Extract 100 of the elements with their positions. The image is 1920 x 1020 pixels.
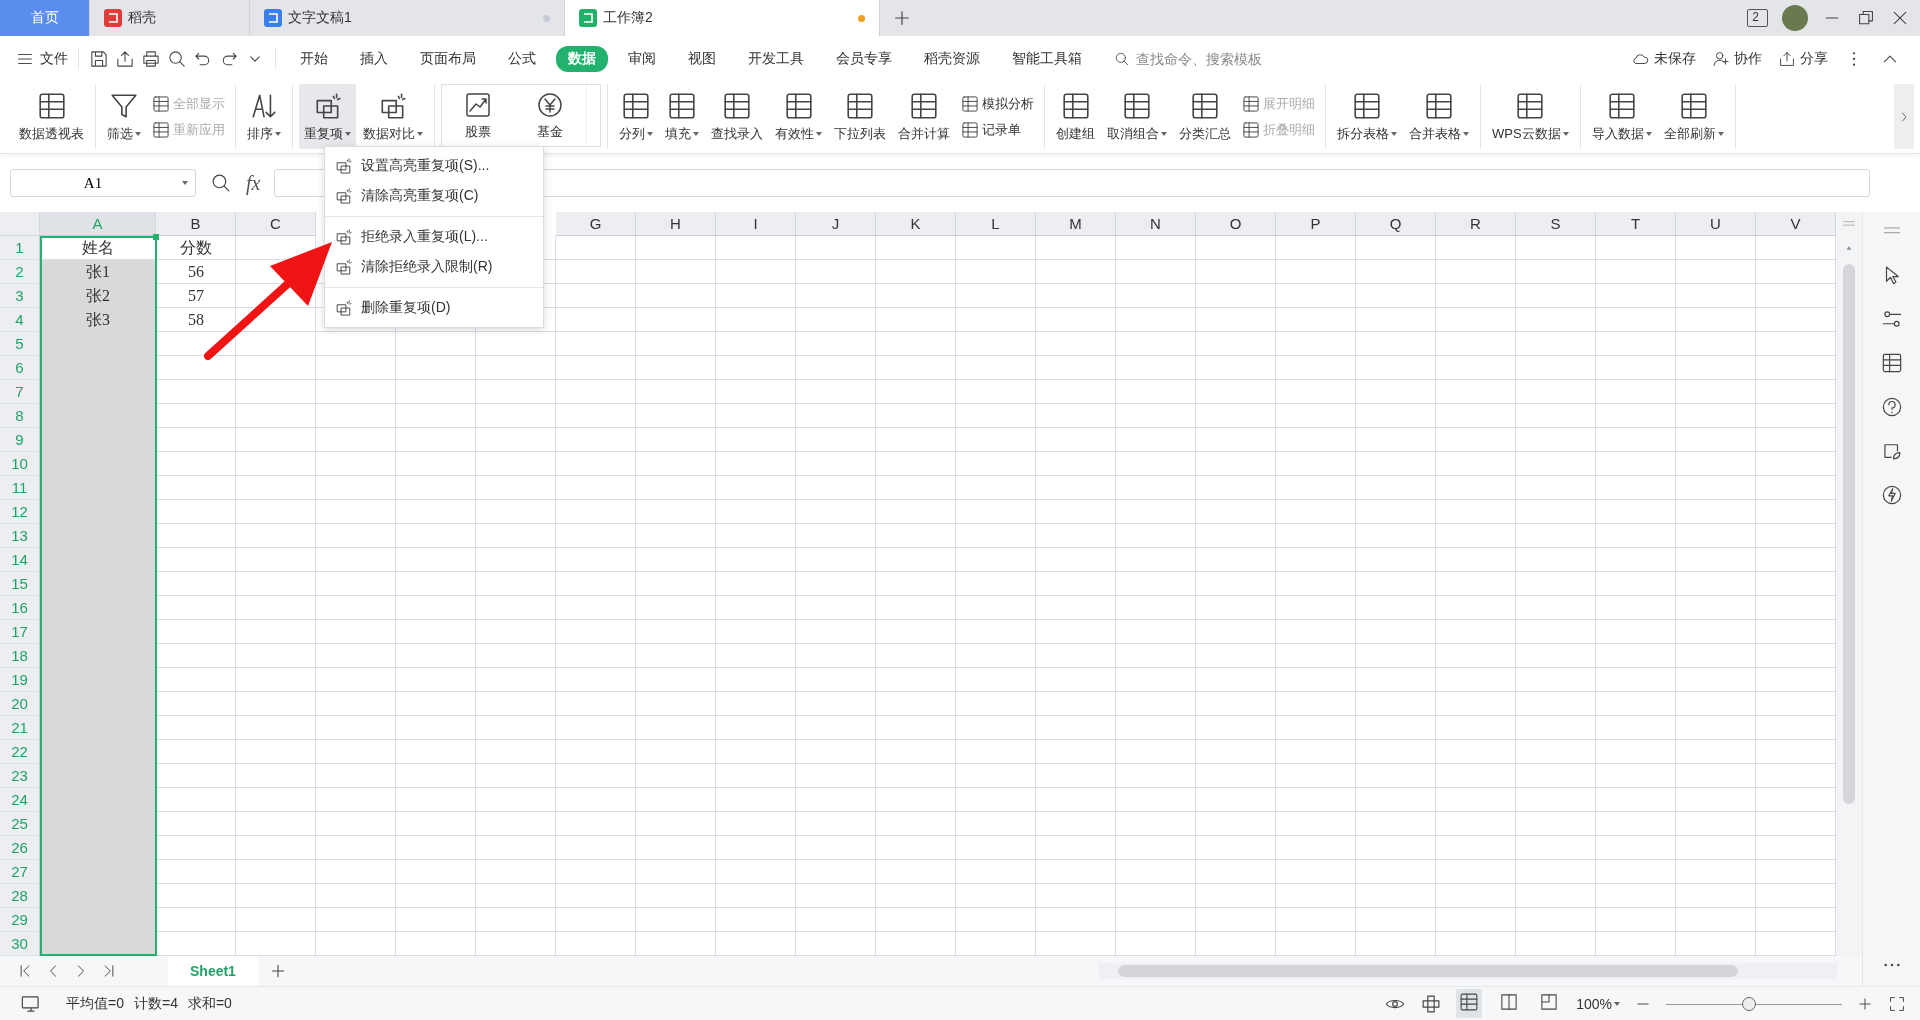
menu-item[interactable]: 设置高亮重复项(S)... xyxy=(325,151,543,181)
export-icon[interactable] xyxy=(115,49,135,69)
ribbon-tab[interactable]: 页面布局 xyxy=(408,46,488,72)
search-field[interactable]: 查找命令、搜索模板 xyxy=(1134,50,1304,68)
column-header[interactable]: M xyxy=(1036,212,1116,236)
scrollbar-thumb[interactable] xyxy=(1843,264,1855,804)
ribbon-tab[interactable]: 视图 xyxy=(676,46,728,72)
table-icon xyxy=(1678,90,1709,121)
table-icon xyxy=(1242,120,1260,139)
zoom-icon[interactable] xyxy=(210,172,232,194)
fill-handle[interactable] xyxy=(153,234,159,240)
file-menu[interactable]: 文件 xyxy=(12,50,78,68)
table-icon xyxy=(152,120,170,139)
fullscreen-icon[interactable] xyxy=(1888,994,1906,1013)
column-header[interactable]: Q xyxy=(1356,212,1436,236)
avatar[interactable] xyxy=(1782,5,1808,31)
column-header[interactable]: L xyxy=(956,212,1036,236)
header-action[interactable]: 协作 xyxy=(1712,50,1762,68)
ribbon-button[interactable]: WPS云数据 xyxy=(1487,84,1574,149)
table-cell-text: 分数 xyxy=(179,237,213,258)
slider-thumb[interactable] xyxy=(1741,996,1756,1011)
preview-icon[interactable] xyxy=(167,49,187,69)
ribbon-button[interactable]: 模拟分析 xyxy=(961,94,1034,113)
ribbon-button[interactable]: 数据对比 xyxy=(358,84,428,149)
header-action[interactable]: 未保存 xyxy=(1632,50,1696,68)
print-icon[interactable] xyxy=(141,49,161,69)
ribbon-button[interactable]: 基金 xyxy=(514,85,586,146)
ribbon-tab[interactable]: 开始 xyxy=(288,46,340,72)
column-header[interactable]: T xyxy=(1596,212,1676,236)
ribbon-tab[interactable]: 公式 xyxy=(496,46,548,72)
column-header[interactable]: O xyxy=(1196,212,1276,236)
column-header[interactable]: J xyxy=(796,212,876,236)
ribbon-button[interactable]: 填充 xyxy=(660,84,704,149)
ribbon-button[interactable]: 导入数据 xyxy=(1586,84,1657,149)
table-icon xyxy=(1242,94,1260,113)
window-tab[interactable]: 工作簿2 xyxy=(565,0,880,36)
ribbon-button[interactable]: 排序 xyxy=(242,84,286,149)
sliders-icon[interactable] xyxy=(1880,308,1903,330)
ribbon-button[interactable]: 合并表格 xyxy=(1404,84,1474,149)
ribbon-button[interactable]: 创建组 xyxy=(1051,84,1100,149)
column-header[interactable]: I xyxy=(716,212,796,236)
ribbon-tab[interactable]: 插入 xyxy=(348,46,400,72)
ribbon-button[interactable]: 全部刷新 xyxy=(1658,84,1729,149)
column-header[interactable]: B xyxy=(156,212,236,236)
column-header[interactable]: U xyxy=(1676,212,1756,236)
view-button[interactable] xyxy=(1456,989,1483,1018)
table-cell-text: 57 xyxy=(187,286,205,306)
ribbon-button[interactable]: 拆分表格 xyxy=(1332,84,1402,149)
ribbon-tab[interactable]: 审阅 xyxy=(616,46,668,72)
ribbon-button[interactable]: 取消组合 xyxy=(1102,84,1172,149)
header-action[interactable]: 分享 xyxy=(1778,50,1828,68)
vertical-scrollbar[interactable] xyxy=(1836,212,1862,956)
lightning-icon[interactable] xyxy=(1880,484,1903,506)
table-icon xyxy=(1352,90,1382,121)
ribbon-button[interactable]: 记录单 xyxy=(961,120,1034,139)
menu-item[interactable]: 删除重复项(D) xyxy=(325,293,543,323)
column-header[interactable]: R xyxy=(1436,212,1516,236)
column-header[interactable]: H xyxy=(636,212,716,236)
column-header[interactable]: V xyxy=(1756,212,1836,236)
column-header[interactable]: S xyxy=(1516,212,1596,236)
menu-item[interactable]: 拒绝录入重复项(L)... xyxy=(325,222,543,252)
help-icon[interactable] xyxy=(1880,396,1903,418)
name-box[interactable]: A1 xyxy=(10,169,196,197)
ribbon-tab[interactable]: 会员专享 xyxy=(824,46,904,72)
menu-item[interactable]: 清除拒绝录入限制(R) xyxy=(325,252,543,282)
ribbon-button[interactable]: 分列 xyxy=(614,84,658,149)
table-icon xyxy=(961,94,979,113)
ribbon-button[interactable]: 下拉列表 xyxy=(829,84,891,149)
window-count[interactable]: 2 xyxy=(1747,9,1768,27)
ribbon-button[interactable]: 股票 xyxy=(442,85,514,146)
chart-icon xyxy=(464,90,492,119)
ribbon-tab[interactable]: 稻壳资源 xyxy=(912,46,992,72)
table-icon xyxy=(722,90,752,121)
column-header[interactable]: N xyxy=(1116,212,1196,236)
app-logo-icon xyxy=(579,9,597,27)
column-header[interactable]: G xyxy=(556,212,636,236)
ribbon-button[interactable]: 查找录入 xyxy=(706,84,768,149)
column-header[interactable]: P xyxy=(1276,212,1356,236)
ribbon-button[interactable]: 分类汇总 xyxy=(1174,84,1236,149)
scrollbar-thumb[interactable] xyxy=(1118,965,1738,977)
menu-item[interactable]: 清除高亮重复项(C) xyxy=(325,181,543,211)
app-logo-icon xyxy=(264,9,282,27)
column-header[interactable]: K xyxy=(876,212,956,236)
person-icon xyxy=(1712,50,1730,68)
ribbon-button[interactable]: 数据透视表 xyxy=(14,84,89,149)
ribbon-tab[interactable]: 开发工具 xyxy=(736,46,816,72)
horizontal-scrollbar[interactable] xyxy=(1098,963,1838,979)
table-icon[interactable] xyxy=(1880,352,1903,374)
table-icon xyxy=(1190,90,1220,121)
column-header[interactable]: C xyxy=(236,212,316,236)
ribbon-button[interactable]: 有效性 xyxy=(770,84,827,149)
ribbon-button[interactable]: 重复项 xyxy=(299,84,356,149)
search-icon xyxy=(1114,51,1130,67)
save-icon[interactable] xyxy=(89,49,109,69)
ribbon-button[interactable]: 合并计算 xyxy=(893,84,955,149)
ribbon-tab[interactable]: 智能工具箱 xyxy=(1000,46,1094,72)
crosshair-icon[interactable] xyxy=(1420,992,1443,1015)
table-icon xyxy=(961,120,979,139)
ribbon-button[interactable]: 筛选 xyxy=(102,84,146,149)
zoom-level[interactable]: 100% xyxy=(1576,995,1620,1012)
